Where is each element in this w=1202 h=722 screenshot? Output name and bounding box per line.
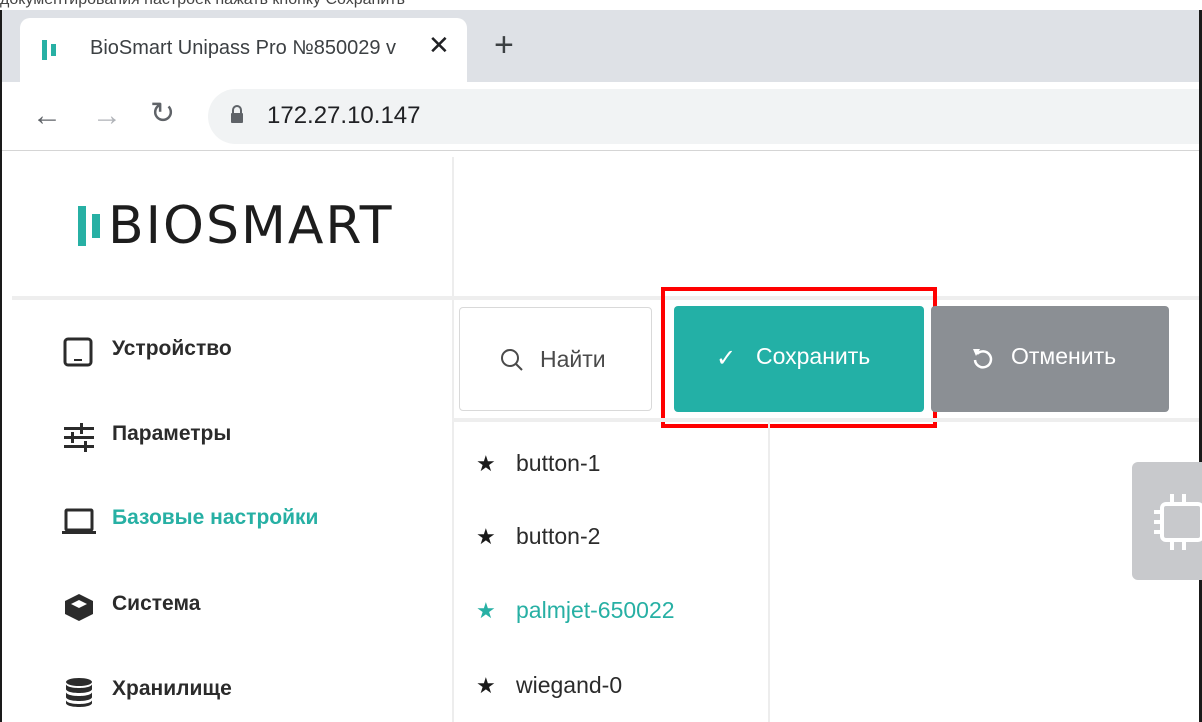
sidebar-item-label: Устройство (112, 337, 232, 360)
cube-icon (65, 594, 93, 621)
back-arrow-icon[interactable]: ← (32, 101, 62, 131)
device-card[interactable] (1132, 462, 1202, 580)
save-button-highlight-frame (661, 287, 937, 428)
logo-mark-bar (78, 206, 86, 246)
sidebar-item-parameters[interactable]: Параметры (62, 416, 442, 456)
sidebar-item-label: Система (112, 592, 201, 615)
sidebar-item-storage[interactable]: Хранилище (62, 671, 442, 711)
list-top-divider (452, 418, 1199, 422)
search-icon (501, 349, 523, 371)
sidebar-item-label: Базовые настройки (112, 506, 319, 529)
list-item-label: wiegand-0 (516, 672, 623, 698)
star-icon: ★ (476, 451, 496, 476)
cancel-button[interactable]: Отменить (931, 306, 1169, 412)
logo-mark-bar-small (92, 214, 100, 238)
list-item-label: button-1 (516, 450, 601, 476)
list-divider (768, 420, 770, 722)
sidebar-divider (452, 157, 454, 722)
lock-icon (231, 105, 243, 123)
reload-icon[interactable]: ↻ (150, 99, 175, 129)
laptop-icon (62, 508, 96, 534)
header-divider (12, 296, 1199, 300)
cropped-instruction-text: документирования настроек нажать кнопку … (0, 0, 1202, 10)
list-item-button-2[interactable]: ★ button-2 (476, 520, 766, 560)
undo-icon (973, 349, 993, 369)
sidebar-item-system[interactable]: Система (62, 586, 442, 626)
sidebar-item-device[interactable]: Устройство (62, 331, 442, 371)
sliders-icon (64, 423, 94, 452)
sidebar-item-basic-settings[interactable]: Базовые настройки (62, 500, 442, 540)
search-button[interactable]: Найти (459, 307, 652, 411)
list-item-button-1[interactable]: ★ button-1 (476, 447, 766, 487)
sidebar-item-label: Параметры (112, 422, 232, 445)
biosmart-favicon-icon (42, 40, 56, 60)
tab-title: BioSmart Unipass Pro №850029 v (90, 37, 397, 59)
list-item-wiegand-0[interactable]: ★ wiegand-0 (476, 669, 766, 709)
chip-icon (1154, 494, 1202, 550)
star-icon: ★ (476, 598, 496, 623)
star-icon: ★ (476, 524, 496, 549)
new-tab-icon[interactable]: + (494, 28, 514, 62)
forward-arrow-icon[interactable]: → (92, 101, 122, 131)
search-button-label: Найти (540, 346, 606, 372)
cancel-button-label: Отменить (1011, 343, 1117, 369)
star-icon: ★ (476, 673, 496, 698)
instruction-text: документирования настроек нажать кнопку … (0, 0, 405, 9)
database-icon (66, 678, 92, 707)
browser-tab[interactable]: BioSmart Unipass Pro №850029 v ✕ (20, 18, 467, 82)
list-item-palmjet[interactable]: ★ palmjet-650022 (476, 594, 766, 634)
close-tab-icon[interactable]: ✕ (428, 32, 450, 58)
sidebar-item-label: Хранилище (112, 677, 232, 700)
tablet-icon (63, 337, 93, 367)
url-text: 172.27.10.147 (267, 102, 421, 129)
list-item-label: button-2 (516, 523, 601, 549)
list-item-label: palmjet-650022 (516, 597, 675, 623)
biosmart-logo: BIOSMART (108, 196, 394, 256)
